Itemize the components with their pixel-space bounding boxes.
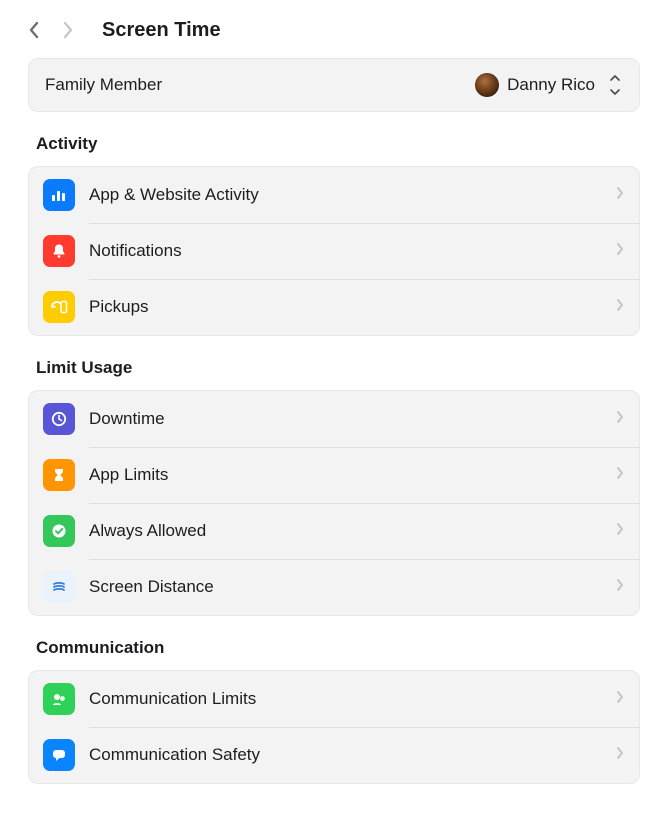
communication-limits-icon: [43, 683, 75, 715]
screen-time-pane: Screen Time Family Member Danny Rico Act…: [0, 0, 668, 836]
forward-button[interactable]: [54, 16, 82, 44]
chart-bar-icon: [43, 179, 75, 211]
family-member-name: Danny Rico: [507, 75, 595, 95]
speech-bubble-icon: [43, 739, 75, 771]
row-app-limits[interactable]: App Limits: [29, 447, 639, 503]
row-label: Communication Safety: [89, 745, 601, 765]
row-label: Always Allowed: [89, 521, 601, 541]
family-member-label: Family Member: [45, 75, 162, 95]
checkmark-shield-icon: [43, 515, 75, 547]
waves-icon: [43, 571, 75, 603]
chevron-right-icon: [615, 521, 625, 542]
row-notifications[interactable]: Notifications: [29, 223, 639, 279]
up-down-stepper-icon: [607, 74, 623, 96]
section-card-limit-usage: Downtime App Limits Always Allowed: [28, 390, 640, 616]
row-label: App Limits: [89, 465, 601, 485]
hourglass-icon: [43, 459, 75, 491]
chevron-right-icon: [62, 21, 74, 39]
section-title-communication: Communication: [36, 638, 640, 658]
page-title: Screen Time: [102, 19, 221, 42]
chevron-right-icon: [615, 689, 625, 710]
family-member-selector[interactable]: Danny Rico: [475, 73, 623, 97]
clock-icon: [43, 403, 75, 435]
chevron-right-icon: [615, 465, 625, 486]
chevron-right-icon: [615, 577, 625, 598]
bell-icon: [43, 235, 75, 267]
row-communication-safety[interactable]: Communication Safety: [29, 727, 639, 783]
section-title-limit-usage: Limit Usage: [36, 358, 640, 378]
row-label: Pickups: [89, 297, 601, 317]
row-pickups[interactable]: Pickups: [29, 279, 639, 335]
row-screen-distance[interactable]: Screen Distance: [29, 559, 639, 615]
row-label: Downtime: [89, 409, 601, 429]
row-label: Screen Distance: [89, 577, 601, 597]
row-app-website-activity[interactable]: App & Website Activity: [29, 167, 639, 223]
chevron-right-icon: [615, 409, 625, 430]
row-downtime[interactable]: Downtime: [29, 391, 639, 447]
chevron-right-icon: [615, 745, 625, 766]
section-communication: Communication Communication Limits Commu…: [28, 638, 640, 784]
row-label: Notifications: [89, 241, 601, 261]
chevron-right-icon: [615, 297, 625, 318]
pickup-icon: [43, 291, 75, 323]
section-title-activity: Activity: [36, 134, 640, 154]
avatar: [475, 73, 499, 97]
chevron-right-icon: [615, 241, 625, 262]
chevron-left-icon: [28, 21, 40, 39]
row-label: Communication Limits: [89, 689, 601, 709]
row-always-allowed[interactable]: Always Allowed: [29, 503, 639, 559]
chevron-right-icon: [615, 185, 625, 206]
section-card-communication: Communication Limits Communication Safet…: [28, 670, 640, 784]
nav-header: Screen Time: [0, 6, 668, 58]
row-communication-limits[interactable]: Communication Limits: [29, 671, 639, 727]
back-button[interactable]: [20, 16, 48, 44]
section-limit-usage: Limit Usage Downtime App Limits: [28, 358, 640, 616]
section-activity: Activity App & Website Activity Notifica…: [28, 134, 640, 336]
row-label: App & Website Activity: [89, 185, 601, 205]
section-card-activity: App & Website Activity Notifications P: [28, 166, 640, 336]
family-member-card: Family Member Danny Rico: [28, 58, 640, 112]
